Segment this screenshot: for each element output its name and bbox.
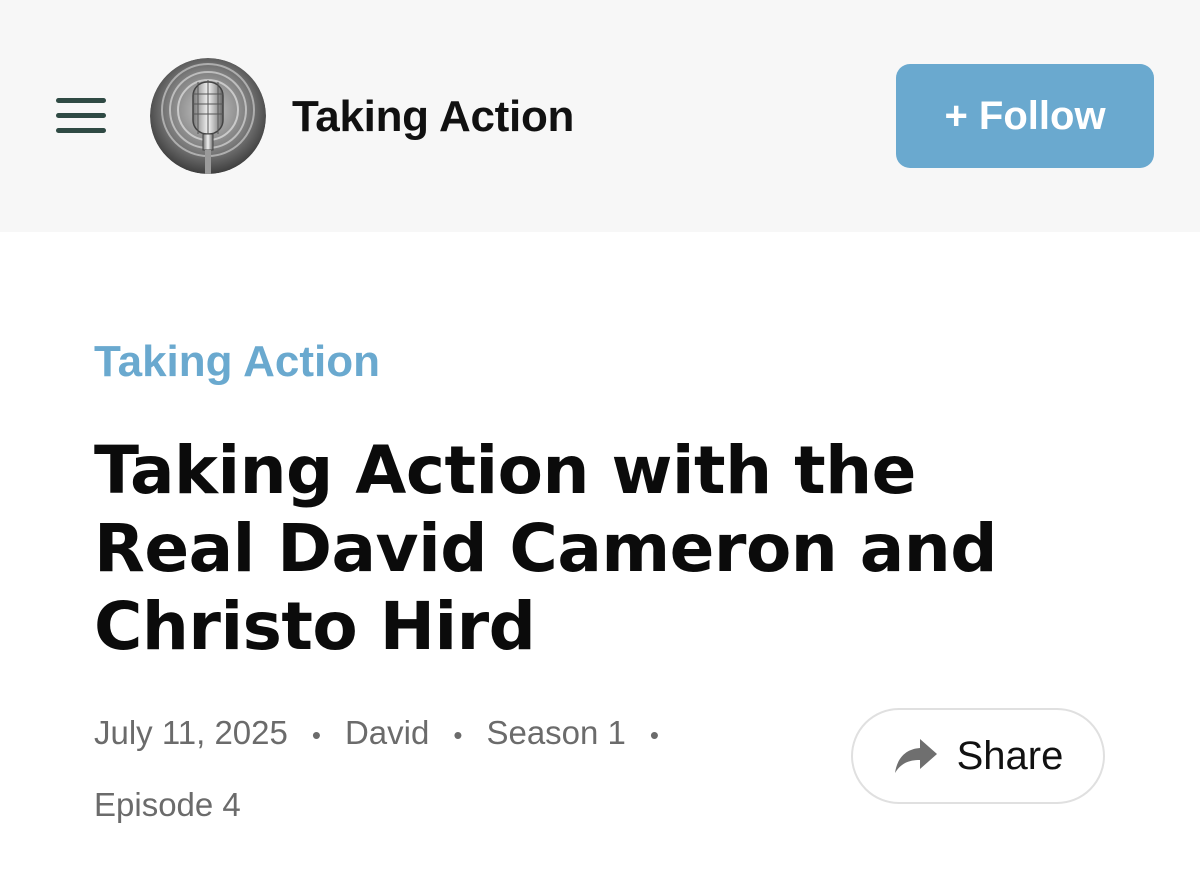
meta-separator: • bbox=[453, 720, 463, 751]
podcast-name[interactable]: Taking Action bbox=[292, 92, 574, 142]
meta-separator: • bbox=[311, 720, 321, 751]
episode-number: Episode 4 bbox=[94, 786, 241, 824]
microphone-logo-icon bbox=[150, 58, 266, 174]
episode-title: Taking Action with the Real David Camero… bbox=[94, 432, 998, 665]
top-bar: Taking Action + Follow bbox=[0, 0, 1200, 232]
podcast-logo[interactable] bbox=[150, 58, 266, 174]
episode-date: July 11, 2025 bbox=[94, 714, 288, 751]
share-button[interactable]: Share bbox=[851, 708, 1105, 804]
meta-separator: • bbox=[649, 720, 660, 751]
share-arrow-icon bbox=[894, 739, 937, 773]
follow-button[interactable]: + Follow bbox=[896, 64, 1154, 168]
category-link[interactable]: Taking Action bbox=[94, 337, 380, 387]
hamburger-menu-icon[interactable] bbox=[50, 92, 112, 140]
episode-season: Season 1 bbox=[486, 714, 626, 751]
share-label: Share bbox=[956, 733, 1064, 778]
episode-meta: July 11, 2025 • David • Season 1 • Episode 4 bbox=[94, 698, 814, 840]
episode-author[interactable]: David bbox=[345, 714, 429, 751]
